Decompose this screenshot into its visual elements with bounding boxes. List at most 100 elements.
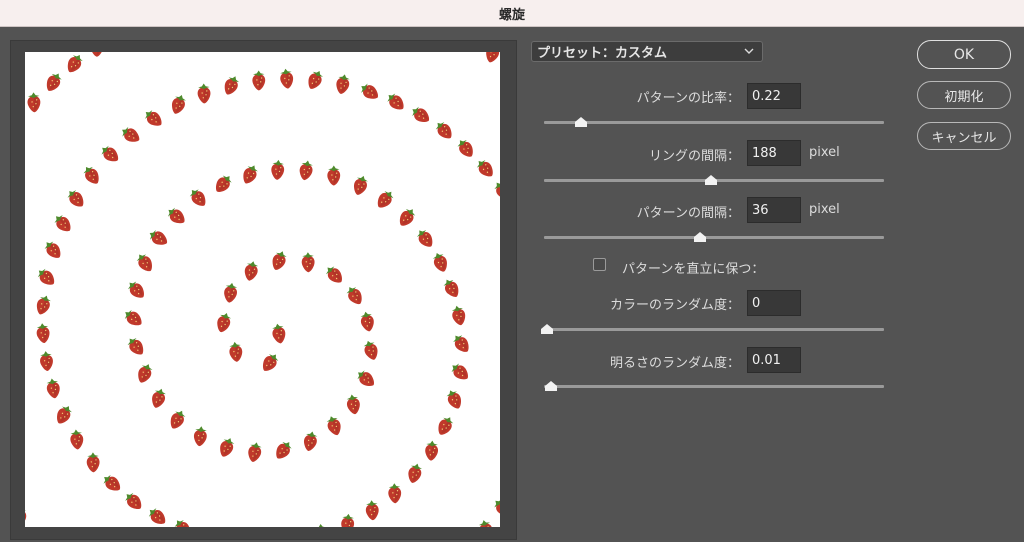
- ring-spacing-slider[interactable]: [544, 175, 884, 185]
- strawberry-icon: [373, 187, 397, 212]
- brightness-random-label: 明るさのランダム度：: [609, 356, 740, 371]
- strawberry-icon: [39, 350, 54, 372]
- strawberry-icon: [90, 52, 104, 57]
- strawberry-icon: [301, 252, 315, 273]
- ring-spacing-label: リングの間隔：: [648, 149, 740, 164]
- strawberry-icon: [441, 276, 463, 301]
- strawberry-icon: [414, 226, 437, 251]
- strawberry-icon: [186, 185, 210, 210]
- strawberry-icon: [395, 205, 419, 230]
- strawberry-icon: [450, 331, 473, 356]
- strawberry-icon: [322, 263, 346, 287]
- strawberry-icon: [192, 425, 208, 447]
- slider-thumb-icon[interactable]: [544, 381, 557, 391]
- strawberry-icon: [491, 178, 500, 203]
- strawberry-icon: [214, 311, 233, 335]
- strawberry-icon: [122, 489, 146, 513]
- strawberry-icon: [164, 204, 189, 228]
- strawberry-icon: [80, 163, 103, 188]
- strawberry-icon: [269, 248, 289, 273]
- strawberry-icon: [327, 165, 341, 186]
- strawberry-icon: [69, 428, 85, 451]
- strawberry-icon: [141, 107, 166, 130]
- strawberry-icon: [297, 159, 315, 182]
- strawberry-icon: [444, 387, 465, 412]
- strawberry-icon: [33, 293, 53, 317]
- keep-upright-checkbox[interactable]: [593, 258, 606, 271]
- slider-thumb-icon[interactable]: [704, 175, 717, 185]
- color-random-slider[interactable]: [541, 324, 884, 334]
- reset-button[interactable]: 初期化: [917, 81, 1011, 109]
- strawberry-icon: [246, 441, 263, 464]
- strawberry-icon: [477, 518, 495, 527]
- strawberry-icon: [334, 73, 352, 96]
- pattern-ratio-label: パターンの比率：: [636, 91, 740, 106]
- window-title: 螺旋: [498, 7, 525, 23]
- color-random-label: カラーのランダム度：: [609, 298, 740, 313]
- keep-upright-label: パターンを直立に保つ：: [622, 262, 765, 277]
- strawberry-icon: [45, 377, 62, 400]
- strawberry-icon: [121, 307, 146, 330]
- strawberry-icon: [146, 227, 171, 249]
- slider-thumb-icon[interactable]: [541, 324, 554, 334]
- strawberry-icon: [64, 186, 88, 211]
- strawberry-icon: [51, 211, 75, 236]
- strawberry-icon: [25, 112, 28, 137]
- strawberry-icon: [357, 80, 382, 103]
- strawberry-icon: [432, 118, 456, 143]
- strawberry-icon: [424, 440, 439, 462]
- chevron-down-icon: [744, 48, 754, 54]
- strawberry-icon: [242, 259, 260, 283]
- strawberry-icon: [27, 92, 41, 113]
- preview-canvas[interactable]: [25, 52, 500, 527]
- brightness-random-field[interactable]: 0.01: [747, 347, 801, 373]
- ok-button[interactable]: OK: [917, 40, 1011, 69]
- slider-thumb-icon[interactable]: [694, 232, 707, 242]
- pattern-ratio-field[interactable]: 0.22: [747, 83, 801, 109]
- strawberry-icon: [35, 322, 51, 344]
- strawberry-icon: [473, 156, 497, 181]
- pattern-spacing-field[interactable]: 36: [747, 197, 801, 223]
- pattern-spacing-slider[interactable]: [544, 232, 884, 242]
- strawberry-icon: [354, 367, 378, 390]
- pattern-spacing-label: パターンの間隔：: [636, 206, 740, 221]
- strawberry-icon: [149, 386, 168, 410]
- strawberry-icon: [340, 513, 355, 527]
- strawberry-icon: [384, 90, 408, 114]
- strawberry-icon: [25, 505, 27, 527]
- strawberry-icon: [134, 361, 155, 386]
- strawberry-icon: [270, 159, 285, 181]
- pattern-ratio-slider[interactable]: [544, 117, 884, 127]
- strawberry-icon: [343, 283, 366, 308]
- strawberry-icon: [302, 430, 319, 453]
- strawberry-icon: [145, 505, 169, 527]
- strawberry-icon: [171, 516, 194, 527]
- brightness-random-slider[interactable]: [544, 381, 884, 391]
- strawberry-icon: [314, 523, 329, 527]
- strawberry-icon: [448, 360, 472, 384]
- strawberry-icon: [279, 67, 295, 90]
- cancel-button[interactable]: キャンセル: [917, 122, 1011, 150]
- preset-dropdown[interactable]: プリセット：カスタム: [531, 41, 763, 62]
- pattern-spacing-unit: pixel: [809, 202, 840, 217]
- strawberry-icon: [100, 471, 124, 495]
- ring-spacing-field[interactable]: 188: [747, 140, 801, 166]
- strawberry-icon: [304, 68, 326, 92]
- strawberry-icon: [365, 499, 380, 521]
- strawberry-icon: [270, 322, 287, 345]
- strawberry-icon: [361, 338, 381, 362]
- strawberry-icon: [351, 173, 370, 197]
- strawberry-icon: [124, 278, 148, 302]
- strawberry-icon: [169, 92, 188, 116]
- slider-thumb-icon[interactable]: [575, 117, 588, 127]
- strawberry-icon: [197, 83, 211, 104]
- strawberry-icon: [167, 407, 188, 432]
- preset-label: プリセット：カスタム: [537, 46, 668, 61]
- strawberry-icon: [212, 172, 235, 196]
- strawberry-icon: [228, 341, 244, 363]
- strawberry-icon: [222, 281, 239, 304]
- strawberry-icon: [434, 414, 456, 438]
- strawberry-icon: [408, 103, 433, 126]
- strawberry-icon: [239, 162, 261, 187]
- color-random-field[interactable]: 0: [747, 290, 801, 316]
